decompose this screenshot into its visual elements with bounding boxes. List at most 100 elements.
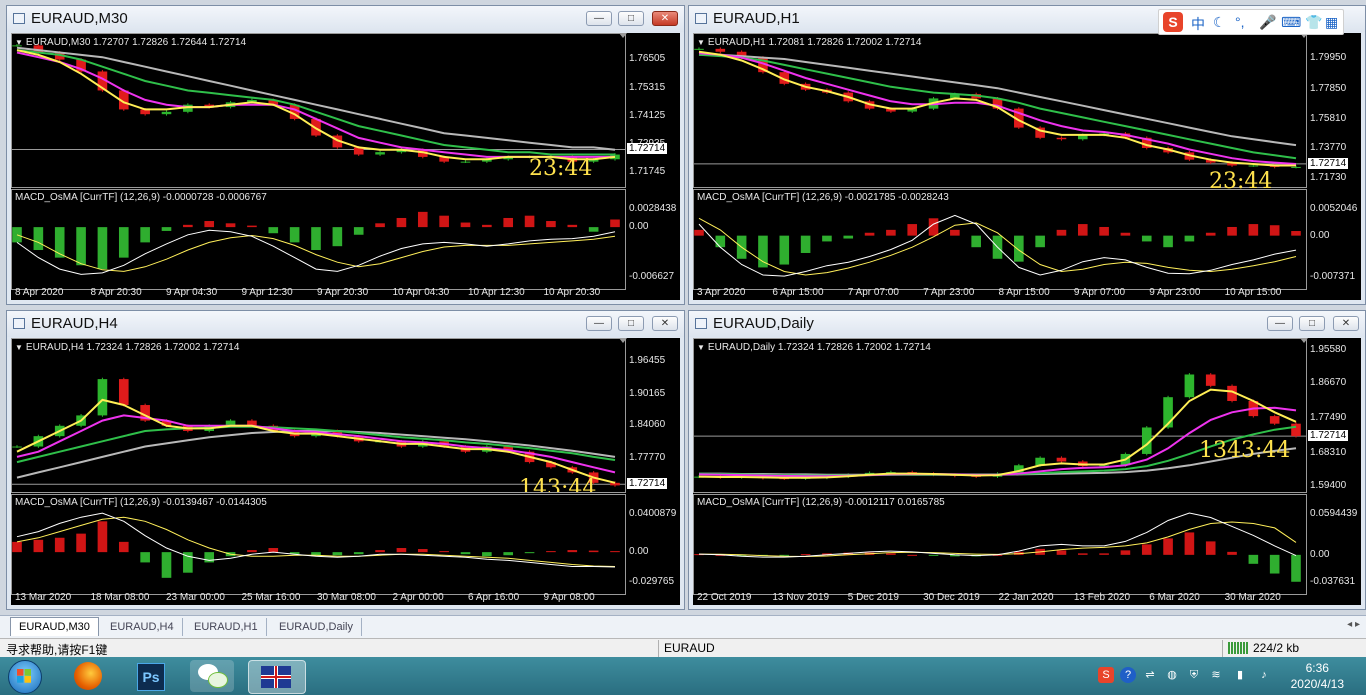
- collapse-triangle-icon[interactable]: ▼: [15, 38, 23, 47]
- macd-histogram-bar: [289, 227, 300, 243]
- minimize-button[interactable]: —: [586, 316, 612, 331]
- minimize-button[interactable]: —: [1267, 316, 1293, 331]
- macd-axis-label: 0.00: [1310, 548, 1330, 560]
- candle-body: [460, 161, 471, 163]
- close-button[interactable]: ✕: [652, 316, 678, 331]
- sogou-tray-icon[interactable]: S: [1098, 667, 1114, 683]
- windows-taskbar: Ps S ? ⇌ ◍ ⛨ ≋ ▮ ♪ 6:36 2020/4/13: [0, 657, 1366, 695]
- macd-histogram-bar: [439, 215, 449, 228]
- maximize-button[interactable]: □: [1299, 316, 1325, 331]
- window-titlebar[interactable]: EURAUD,M30 — □ ✕: [7, 6, 684, 32]
- collapse-triangle-icon[interactable]: ▼: [697, 38, 705, 47]
- maximize-button[interactable]: □: [618, 316, 644, 331]
- tab-euraud-h4[interactable]: EURAUD,H4: [102, 618, 183, 636]
- chart-window-m30[interactable]: EURAUD,M30 — □ ✕ ▼ EURAUD,M30 1.72707 1.7…: [6, 5, 685, 305]
- macd-histogram-bar: [161, 227, 172, 231]
- wechat-icon[interactable]: [190, 660, 234, 692]
- maximize-button[interactable]: □: [618, 11, 644, 26]
- tab-euraud-h1[interactable]: EURAUD,H1: [186, 618, 267, 636]
- macd-header: MACD_OsMA [CurrTF] (12,26,9) -0.0012117 …: [697, 497, 945, 508]
- wechat-tray-icon[interactable]: ◍: [1164, 667, 1180, 683]
- macd-histogram-bar: [567, 550, 578, 553]
- price-axis-label: 1.74125: [629, 109, 666, 121]
- macd-axis-label: 0.0594439: [1310, 508, 1358, 519]
- time-axis-label: 9 Apr 20:30: [317, 287, 369, 298]
- start-orb[interactable]: [4, 660, 44, 694]
- time-axis-label: 3 Apr 2020: [697, 287, 746, 298]
- window-titlebar[interactable]: EURAUD,Daily — □ ✕: [689, 311, 1365, 337]
- candle-body: [375, 152, 385, 155]
- macd-histogram-bar: [1056, 229, 1067, 236]
- chart-canvas[interactable]: ▼ EURAUD,M30 1.72707 1.72826 1.72644 1.72…: [11, 33, 680, 300]
- keyboard-icon[interactable]: ⌨: [1281, 14, 1301, 31]
- price-axis-label: 1.95580: [1310, 343, 1347, 355]
- tab-scroll-arrows[interactable]: ◂ ▸: [1347, 619, 1360, 630]
- time-axis-label: 6 Apr 16:00: [468, 592, 520, 603]
- collapse-triangle-icon[interactable]: ▼: [697, 343, 705, 352]
- chart-ohlc: EURAUD,Daily 1.72324 1.72826 1.72002 1.7…: [707, 342, 931, 353]
- grid-menu-icon[interactable]: ▦: [1325, 14, 1338, 31]
- close-button[interactable]: ✕: [1333, 316, 1359, 331]
- system-clock[interactable]: 6:36 2020/4/13: [1291, 660, 1344, 692]
- chart-window-h1[interactable]: EURAUD,H1 ▼ EURAUD,H1 1.72081 1.72826 1.7…: [688, 5, 1366, 305]
- time-axis-label: 7 Apr 23:00: [923, 287, 975, 298]
- tab-euraud-daily[interactable]: EURAUD,Daily: [271, 618, 362, 636]
- chart-header: ▼ EURAUD,H4 1.72324 1.72826 1.72002 1.727…: [15, 342, 239, 353]
- minimize-button[interactable]: —: [586, 11, 612, 26]
- macd-histogram-bar: [1248, 554, 1259, 564]
- moon-icon[interactable]: ☾: [1213, 14, 1226, 31]
- macd-histogram-bar: [800, 554, 811, 556]
- bar-countdown: 1343:44: [1199, 438, 1291, 463]
- macd-axis-label: 0.00: [629, 546, 649, 558]
- macd-histogram-bar: [118, 541, 129, 553]
- uk-flag-icon[interactable]: [248, 660, 306, 694]
- macd-axis-label: -0.029765: [629, 576, 675, 587]
- wifi-tray-icon[interactable]: ≋: [1208, 667, 1224, 683]
- macd-histogram-bar: [950, 229, 960, 236]
- photoshop-icon[interactable]: Ps: [128, 660, 172, 692]
- network-tray-icon[interactable]: ⇌: [1142, 667, 1158, 683]
- chart-window-h4[interactable]: EURAUD,H4 — □ ✕ ▼ EURAUD,H4 1.72324 1.728…: [6, 310, 685, 610]
- time-axis-label: 30 Dec 2019: [923, 592, 980, 603]
- macd-histogram-bar: [1077, 224, 1088, 236]
- firefox-icon[interactable]: [66, 660, 110, 692]
- chart-svg: [11, 338, 627, 595]
- chart-canvas[interactable]: ▼ EURAUD,Daily 1.72324 1.72826 1.72002 1.…: [693, 338, 1361, 605]
- price-axis-label: 1.90165: [629, 387, 666, 399]
- time-axis-label: 8 Apr 20:30: [90, 287, 142, 298]
- shield-tray-icon[interactable]: ⛨: [1186, 667, 1202, 683]
- volume-tray-icon[interactable]: ♪: [1256, 667, 1272, 683]
- macd-histogram-bar: [1227, 226, 1237, 236]
- skin-icon[interactable]: 👕: [1305, 14, 1322, 31]
- signal-tray-icon[interactable]: ▮: [1232, 667, 1248, 683]
- window-title: EURAUD,Daily: [713, 315, 814, 332]
- macd-histogram-bar: [76, 533, 86, 553]
- time-axis-label: 30 Mar 08:00: [317, 592, 376, 603]
- macd-histogram-bar: [886, 553, 896, 555]
- help-tray-icon[interactable]: ?: [1120, 667, 1136, 683]
- sogou-logo-icon[interactable]: S: [1163, 12, 1183, 32]
- macd-histogram-bar: [546, 221, 556, 228]
- microphone-icon[interactable]: 🎤: [1259, 14, 1276, 31]
- close-button[interactable]: ✕: [652, 11, 678, 26]
- chart-window-daily[interactable]: EURAUD,Daily — □ ✕ ▼ EURAUD,Daily 1.72324…: [688, 310, 1366, 610]
- tab-euraud-m30[interactable]: EURAUD,M30: [10, 617, 99, 636]
- ime-toolbar[interactable]: S 中 ☾ °, 🎤 ⌨ 👕 ▦: [1158, 9, 1344, 35]
- ime-mode-toggle[interactable]: 中: [1191, 14, 1205, 34]
- chart-canvas[interactable]: ▼ EURAUD,H4 1.72324 1.72826 1.72002 1.727…: [11, 338, 680, 605]
- time-axis-label: 10 Apr 12:30: [468, 287, 525, 298]
- punctuation-icon[interactable]: °,: [1235, 14, 1245, 30]
- macd-histogram-bar: [396, 217, 407, 228]
- chart-canvas[interactable]: ▼ EURAUD,H1 1.72081 1.72826 1.72002 1.727…: [693, 33, 1361, 300]
- collapse-triangle-icon[interactable]: ▼: [15, 343, 23, 352]
- current-price-label: 1.72714: [627, 478, 668, 490]
- window-titlebar[interactable]: EURAUD,H4 — □ ✕: [7, 311, 684, 337]
- chart-ohlc: EURAUD,H4 1.72324 1.72826 1.72002 1.7271…: [25, 342, 240, 353]
- macd-histogram-bar: [311, 227, 321, 251]
- time-axis-label: 8 Apr 2020: [15, 287, 64, 298]
- macd-histogram-bar: [353, 227, 364, 235]
- macd-histogram-bar: [1141, 235, 1152, 242]
- macd-histogram-bar: [353, 552, 364, 555]
- candle-body: [694, 48, 704, 50]
- chart-svg: [693, 338, 1308, 595]
